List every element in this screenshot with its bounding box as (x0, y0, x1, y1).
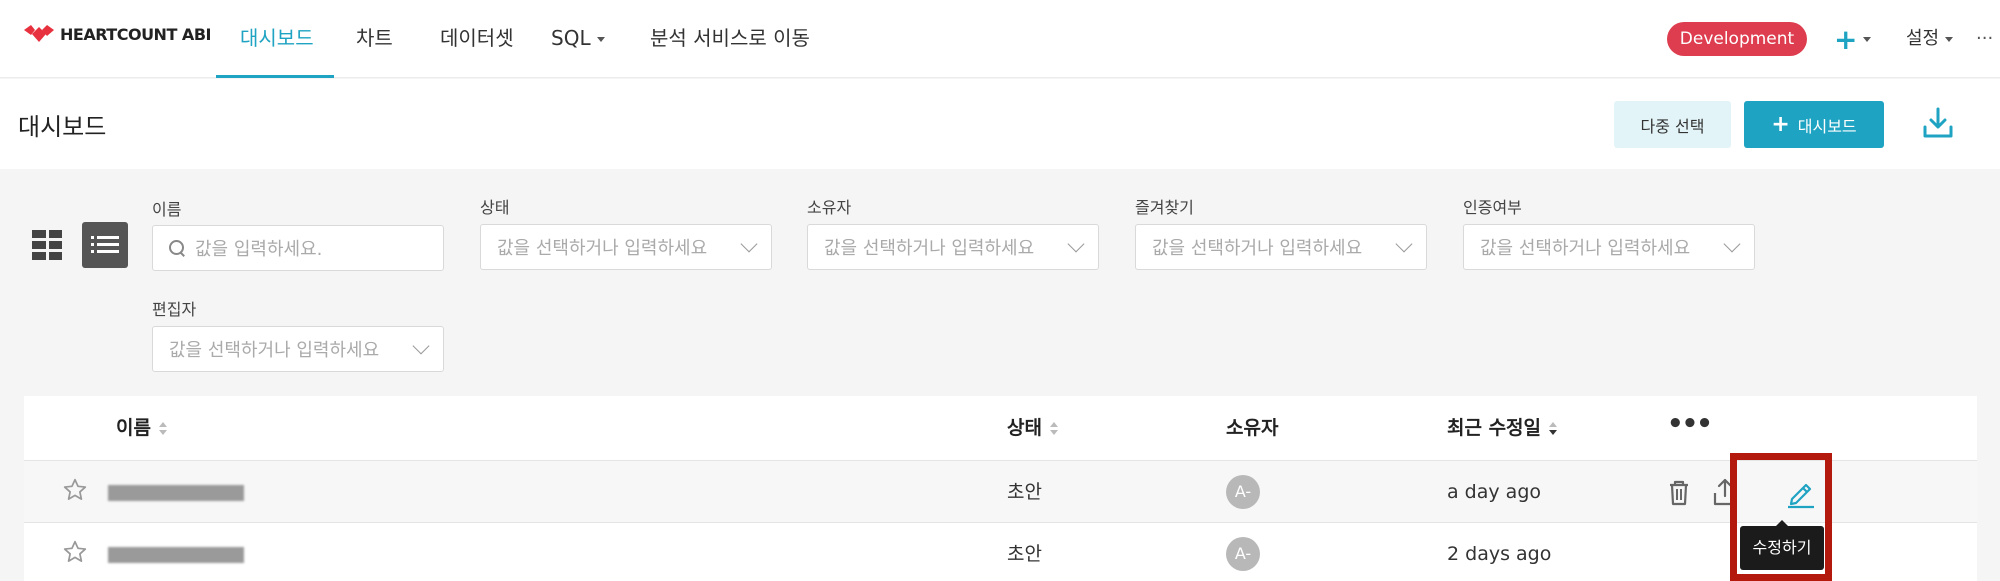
edit-tooltip: 수정하기 (1740, 520, 1824, 570)
page-title: 대시보드 (18, 113, 107, 141)
status-placeholder: 값을 선택하거나 입력하세요 (497, 238, 708, 259)
row-status: 초안 (1007, 481, 1042, 503)
certified-select[interactable]: 값을 선택하거나 입력하세요 (1463, 224, 1755, 270)
star-icon[interactable] (62, 477, 88, 503)
column-header-name[interactable]: 이름 (116, 396, 167, 460)
chevron-down-icon (1067, 235, 1085, 253)
chevron-down-icon (1723, 235, 1741, 253)
nav-sql-label: SQL (551, 26, 591, 50)
heartcount-logo-icon (24, 25, 54, 42)
row-modified: a day ago (1447, 481, 1541, 503)
name-search-input[interactable]: 값을 입력하세요. (152, 225, 444, 271)
settings-menu[interactable]: 설정 (1906, 22, 1954, 56)
filter-favorites-label: 즐겨찾기 (1135, 198, 1194, 217)
filter-editor-label: 편집자 (152, 300, 197, 319)
nav-active-underline (216, 75, 334, 78)
column-modified-label: 최근 수정일 (1447, 417, 1542, 439)
trash-icon[interactable] (1662, 475, 1696, 509)
download-icon[interactable] (1920, 105, 1956, 141)
sort-icon (158, 421, 167, 436)
favorites-select[interactable]: 값을 선택하거나 입력하세요 (1135, 224, 1427, 270)
app-logo-text: HEARTCOUNT ABI (60, 24, 211, 44)
top-navbar: HEARTCOUNT ABI 대시보드 차트 데이터셋 SQL 분석 서비스로 … (0, 0, 2000, 78)
chevron-down-icon (1395, 235, 1413, 253)
list-view-icon[interactable] (82, 222, 128, 268)
column-owner-label: 소유자 (1226, 417, 1279, 439)
nav-analysis-service[interactable]: 분석 서비스로 이동 (650, 0, 810, 78)
search-icon (169, 240, 185, 256)
redacted-dashboard-name[interactable] (108, 547, 244, 563)
app-logo[interactable]: HEARTCOUNT ABI (22, 24, 211, 44)
chevron-down-icon (412, 337, 430, 355)
settings-label: 설정 (1906, 28, 1940, 49)
table-row[interactable]: 초안 A- a day ago (24, 460, 1977, 522)
filter-name-label: 이름 (152, 200, 182, 219)
redacted-dashboard-name[interactable] (108, 485, 244, 501)
filter-status-label: 상태 (480, 198, 510, 217)
more-menu-icon[interactable]: ··· (1976, 22, 1993, 56)
list-icon (91, 236, 119, 253)
nav-chart[interactable]: 차트 (356, 0, 393, 78)
avatar: A- (1226, 475, 1260, 509)
page-header: 대시보드 다중 선택 + 대시보드 (0, 79, 2000, 169)
column-status-label: 상태 (1007, 417, 1042, 439)
column-header-owner: 소유자 (1226, 396, 1278, 460)
row-status: 초안 (1007, 543, 1042, 565)
create-menu-button[interactable]: + (1834, 22, 1872, 56)
nav-sql[interactable]: SQL (551, 0, 605, 78)
chevron-down-icon (740, 235, 758, 253)
plus-icon: + (1771, 111, 1790, 137)
multi-select-button[interactable]: 다중 선택 (1614, 101, 1731, 148)
add-dashboard-button[interactable]: + 대시보드 (1744, 101, 1884, 148)
star-icon[interactable] (62, 539, 88, 565)
sort-desc-icon (1549, 421, 1558, 436)
dashboard-table: 이름 상태 소유자 최근 수정일 ••• 초안 A- a day ago 초안 … (24, 396, 1977, 581)
table-row[interactable]: 초안 A- 2 days ago (24, 522, 1977, 581)
add-dashboard-label: 대시보드 (1797, 116, 1857, 136)
grid-view-icon[interactable] (28, 226, 66, 264)
caret-down-icon (596, 37, 605, 42)
caret-down-icon (1945, 36, 1954, 42)
name-search-placeholder: 값을 입력하세요. (195, 239, 323, 260)
column-header-status[interactable]: 상태 (1007, 396, 1058, 460)
caret-down-icon (1863, 36, 1872, 42)
environment-badge[interactable]: Development (1667, 22, 1807, 56)
nav-dataset[interactable]: 데이터셋 (440, 0, 514, 78)
certified-placeholder: 값을 선택하거나 입력하세요 (1480, 238, 1691, 259)
column-header-modified[interactable]: 최근 수정일 (1447, 396, 1558, 460)
sort-icon (1049, 421, 1058, 436)
favorites-placeholder: 값을 선택하거나 입력하세요 (1152, 238, 1363, 259)
filter-owner-label: 소유자 (807, 198, 852, 217)
owner-select[interactable]: 값을 선택하거나 입력하세요 (807, 224, 1099, 270)
plus-icon: + (1834, 22, 1858, 56)
editor-select[interactable]: 값을 선택하거나 입력하세요 (152, 326, 444, 372)
editor-placeholder: 값을 선택하거나 입력하세요 (169, 340, 380, 361)
owner-placeholder: 값을 선택하거나 입력하세요 (824, 238, 1035, 259)
row-modified: 2 days ago (1447, 543, 1552, 565)
status-select[interactable]: 값을 선택하거나 입력하세요 (480, 224, 772, 270)
bulk-actions-icon[interactable]: ••• (1667, 396, 1713, 460)
nav-dashboard[interactable]: 대시보드 (240, 0, 314, 78)
filter-certified-label: 인증여부 (1463, 198, 1522, 217)
column-name-label: 이름 (116, 417, 151, 439)
avatar: A- (1226, 537, 1260, 571)
